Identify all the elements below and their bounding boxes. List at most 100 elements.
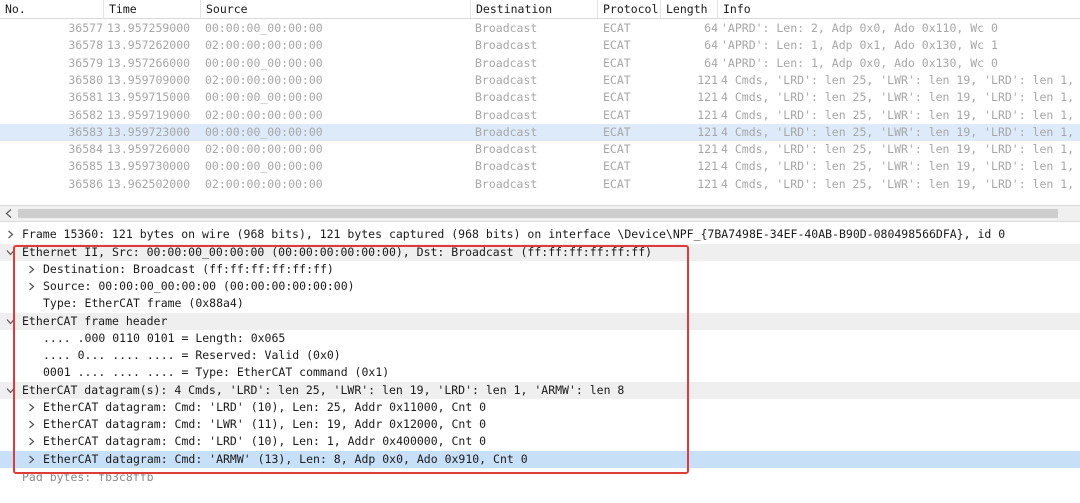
packet-cell-src: 00:00:00_00:00:00 bbox=[205, 90, 323, 105]
chevron-down-icon[interactable] bbox=[6, 248, 15, 257]
packet-cell-info: 'APRD': Len: 1, Adp 0x1, Ado 0x130, Wc 1 bbox=[721, 38, 998, 53]
chevron-right-icon[interactable] bbox=[27, 403, 36, 412]
tree-item-eth-destination[interactable]: Destination: Broadcast (ff:ff:ff:ff:ff:f… bbox=[0, 261, 1080, 278]
column-header-info[interactable]: Info bbox=[718, 0, 1080, 19]
tree-item-label: EtherCAT datagram: Cmd: 'LWR' (11), Len:… bbox=[43, 417, 487, 431]
column-header-length[interactable]: Length bbox=[661, 0, 718, 19]
packet-cell-no: 36581 bbox=[68, 90, 103, 105]
tree-item-label: Frame 15360: 121 bytes on wire (968 bits… bbox=[22, 227, 1006, 241]
tree-item-label: EtherCAT datagram: Cmd: 'LRD' (10), Len:… bbox=[43, 400, 487, 414]
chevron-right-icon[interactable] bbox=[27, 420, 36, 429]
packet-cell-info: 4 Cmds, 'LRD': len 25, 'LWR': len 19, 'L… bbox=[721, 124, 1075, 139]
packet-cell-dst: Broadcast bbox=[475, 55, 538, 70]
scrollbar-thumb[interactable] bbox=[18, 209, 1058, 218]
packet-cell-info: 4 Cmds, 'LRD': len 25, 'LWR': len 19, 'L… bbox=[721, 90, 1075, 105]
packet-cell-src: 02:00:00:00:00:00 bbox=[205, 38, 323, 53]
scroll-left-button[interactable] bbox=[0, 206, 17, 221]
packet-cell-src: 02:00:00:00:00:00 bbox=[205, 176, 323, 191]
packet-row[interactable]: 36579 13.957266000 00:00:00_00:00:00 Broadc… bbox=[0, 55, 1080, 72]
chevron-right-icon[interactable] bbox=[27, 265, 36, 274]
chevron-right-icon[interactable] bbox=[27, 455, 36, 464]
tree-item-frame[interactable]: Frame 15360: 121 bytes on wire (968 bits… bbox=[0, 226, 1080, 243]
packet-cell-info: 'APRD': Len: 2, Adp 0x0, Ado 0x110, Wc 0 bbox=[721, 21, 998, 35]
tree-item-label: .... .000 0110 0101 = Length: 0x065 bbox=[43, 331, 286, 345]
packet-cell-len: 121 bbox=[697, 72, 718, 87]
tree-item-label: Type: EtherCAT frame (0x88a4) bbox=[43, 296, 244, 310]
packet-cell-dst: Broadcast bbox=[475, 72, 538, 87]
tree-item-header-reserved[interactable]: .... 0... .... .... = Reserved: Valid (0… bbox=[0, 347, 1080, 364]
tree-item-label: EtherCAT datagram: Cmd: 'LRD' (10), Len:… bbox=[43, 434, 487, 448]
tree-item-eth-type[interactable]: Type: EtherCAT frame (0x88a4) bbox=[0, 295, 1080, 312]
tree-item-datagram-3[interactable]: EtherCAT datagram: Cmd: 'LRD' (10), Len:… bbox=[0, 433, 1080, 450]
packet-cell-dst: Broadcast bbox=[475, 38, 538, 53]
packet-cell-info: 4 Cmds, 'LRD': len 25, 'LWR': len 19, 'L… bbox=[721, 159, 1075, 174]
packet-cell-time: 13.957259000 bbox=[107, 21, 191, 35]
column-header-destination[interactable]: Destination bbox=[471, 0, 598, 19]
tree-item-datagram-2[interactable]: EtherCAT datagram: Cmd: 'LWR' (11), Len:… bbox=[0, 416, 1080, 433]
packet-row[interactable]: 36578 13.957262000 02:00:00:00:00:00 Broadc… bbox=[0, 37, 1080, 54]
packet-cell-len: 121 bbox=[697, 176, 718, 191]
packet-cell-proto: ECAT bbox=[603, 38, 631, 53]
packet-row[interactable]: 36577 13.957259000 00:00:00_00:00:00 Broadc… bbox=[0, 20, 1080, 37]
packet-list-header: No. Time Source Destination Protocol Len… bbox=[0, 0, 1080, 19]
packet-row[interactable]: 36584 13.959726000 02:00:00:00:00:00 Broadc… bbox=[0, 141, 1080, 158]
packet-cell-len: 121 bbox=[697, 124, 718, 139]
packet-cell-len: 121 bbox=[697, 159, 718, 174]
packet-cell-proto: ECAT bbox=[603, 107, 631, 122]
packet-cell-time: 13.959726000 bbox=[107, 142, 191, 157]
packet-cell-dst: Broadcast bbox=[475, 107, 538, 122]
packet-row[interactable]: 36581 13.959715000 00:00:00_00:00:00 Broadc… bbox=[0, 89, 1080, 106]
tree-item-eth-source[interactable]: Source: 00:00:00_00:00:00 (00:00:00:00:0… bbox=[0, 278, 1080, 295]
tree-item-pad-bytes[interactable]: Pad bytes: fb3c8ffb bbox=[0, 469, 1080, 486]
packet-cell-proto: ECAT bbox=[603, 142, 631, 157]
packet-cell-no: 36585 bbox=[68, 159, 103, 174]
tree-item-datagram-1[interactable]: EtherCAT datagram: Cmd: 'LRD' (10), Len:… bbox=[0, 399, 1080, 416]
packet-cell-dst: Broadcast bbox=[475, 90, 538, 105]
chevron-down-icon[interactable] bbox=[6, 317, 15, 326]
column-header-protocol[interactable]: Protocol bbox=[598, 0, 661, 19]
packet-cell-time: 13.962502000 bbox=[107, 176, 191, 191]
tree-item-label: Ethernet II, Src: 00:00:00_00:00:00 (00:… bbox=[22, 245, 653, 259]
tree-item-ecat-header[interactable]: EtherCAT frame header bbox=[0, 313, 1080, 331]
tree-item-header-type[interactable]: 0001 .... .... .... = Type: EtherCAT com… bbox=[0, 364, 1080, 381]
chevron-right-icon[interactable] bbox=[27, 437, 36, 446]
packet-row[interactable]: 36585 13.959730000 00:00:00_00:00:00 Broadc… bbox=[0, 158, 1080, 175]
chevron-down-icon[interactable] bbox=[6, 386, 15, 395]
packet-cell-dst: Broadcast bbox=[475, 176, 538, 191]
packet-cell-len: 121 bbox=[697, 90, 718, 105]
packet-row[interactable]: 36580 13.959709000 02:00:00:00:00:00 Broadc… bbox=[0, 72, 1080, 89]
packet-cell-src: 00:00:00_00:00:00 bbox=[205, 21, 323, 35]
packet-cell-len: 64 bbox=[704, 21, 718, 35]
column-header-time[interactable]: Time bbox=[104, 0, 201, 19]
tree-item-label: Source: 00:00:00_00:00:00 (00:00:00:00:0… bbox=[43, 279, 355, 293]
packet-cell-proto: ECAT bbox=[603, 176, 631, 191]
packet-list[interactable]: No. Time Source Destination Protocol Len… bbox=[0, 0, 1080, 205]
packet-cell-time: 13.957266000 bbox=[107, 55, 191, 70]
packet-cell-len: 121 bbox=[697, 142, 718, 157]
packet-cell-time: 13.959709000 bbox=[107, 72, 191, 87]
column-header-source[interactable]: Source bbox=[201, 0, 471, 19]
tree-item-label: Destination: Broadcast (ff:ff:ff:ff:ff:f… bbox=[43, 262, 334, 276]
chevron-right-icon[interactable] bbox=[27, 282, 36, 291]
packet-cell-no: 36586 bbox=[68, 176, 103, 191]
packet-cell-info: 'APRD': Len: 1, Adp 0x0, Ado 0x130, Wc 0 bbox=[721, 55, 998, 70]
tree-item-datagrams[interactable]: EtherCAT datagram(s): 4 Cmds, 'LRD': len… bbox=[0, 382, 1080, 400]
packet-row[interactable]: 36586 13.962502000 02:00:00:00:00:00 Broadc… bbox=[0, 176, 1080, 193]
packet-row[interactable]: 36582 13.959719000 02:00:00:00:00:00 Broadc… bbox=[0, 107, 1080, 124]
packet-details-tree[interactable]: Frame 15360: 121 bytes on wire (968 bits… bbox=[0, 223, 1080, 503]
packet-cell-no: 36579 bbox=[68, 55, 103, 70]
packet-cell-info: 4 Cmds, 'LRD': len 25, 'LWR': len 19, 'L… bbox=[721, 107, 1075, 122]
tree-item-datagram-4[interactable]: EtherCAT datagram: Cmd: 'ARMW' (13), Len… bbox=[0, 451, 1080, 469]
packet-cell-src: 02:00:00:00:00:00 bbox=[205, 72, 323, 87]
horizontal-scrollbar[interactable] bbox=[0, 205, 1080, 222]
tree-item-ethernet[interactable]: Ethernet II, Src: 00:00:00_00:00:00 (00:… bbox=[0, 244, 1080, 262]
packet-cell-proto: ECAT bbox=[603, 55, 631, 70]
packet-cell-src: 00:00:00_00:00:00 bbox=[205, 159, 323, 174]
packet-cell-proto: ECAT bbox=[603, 72, 631, 87]
column-header-no[interactable]: No. bbox=[0, 0, 104, 19]
tree-item-label: Pad bytes: fb3c8ffb bbox=[22, 470, 154, 484]
tree-item-header-length[interactable]: .... .000 0110 0101 = Length: 0x065 bbox=[0, 330, 1080, 347]
packet-cell-info: 4 Cmds, 'LRD': len 25, 'LWR': len 19, 'L… bbox=[721, 72, 1075, 87]
chevron-right-icon[interactable] bbox=[6, 230, 15, 239]
packet-row[interactable]: 36583 13.959723000 00:00:00_00:00:00 Broadc… bbox=[0, 123, 1080, 142]
